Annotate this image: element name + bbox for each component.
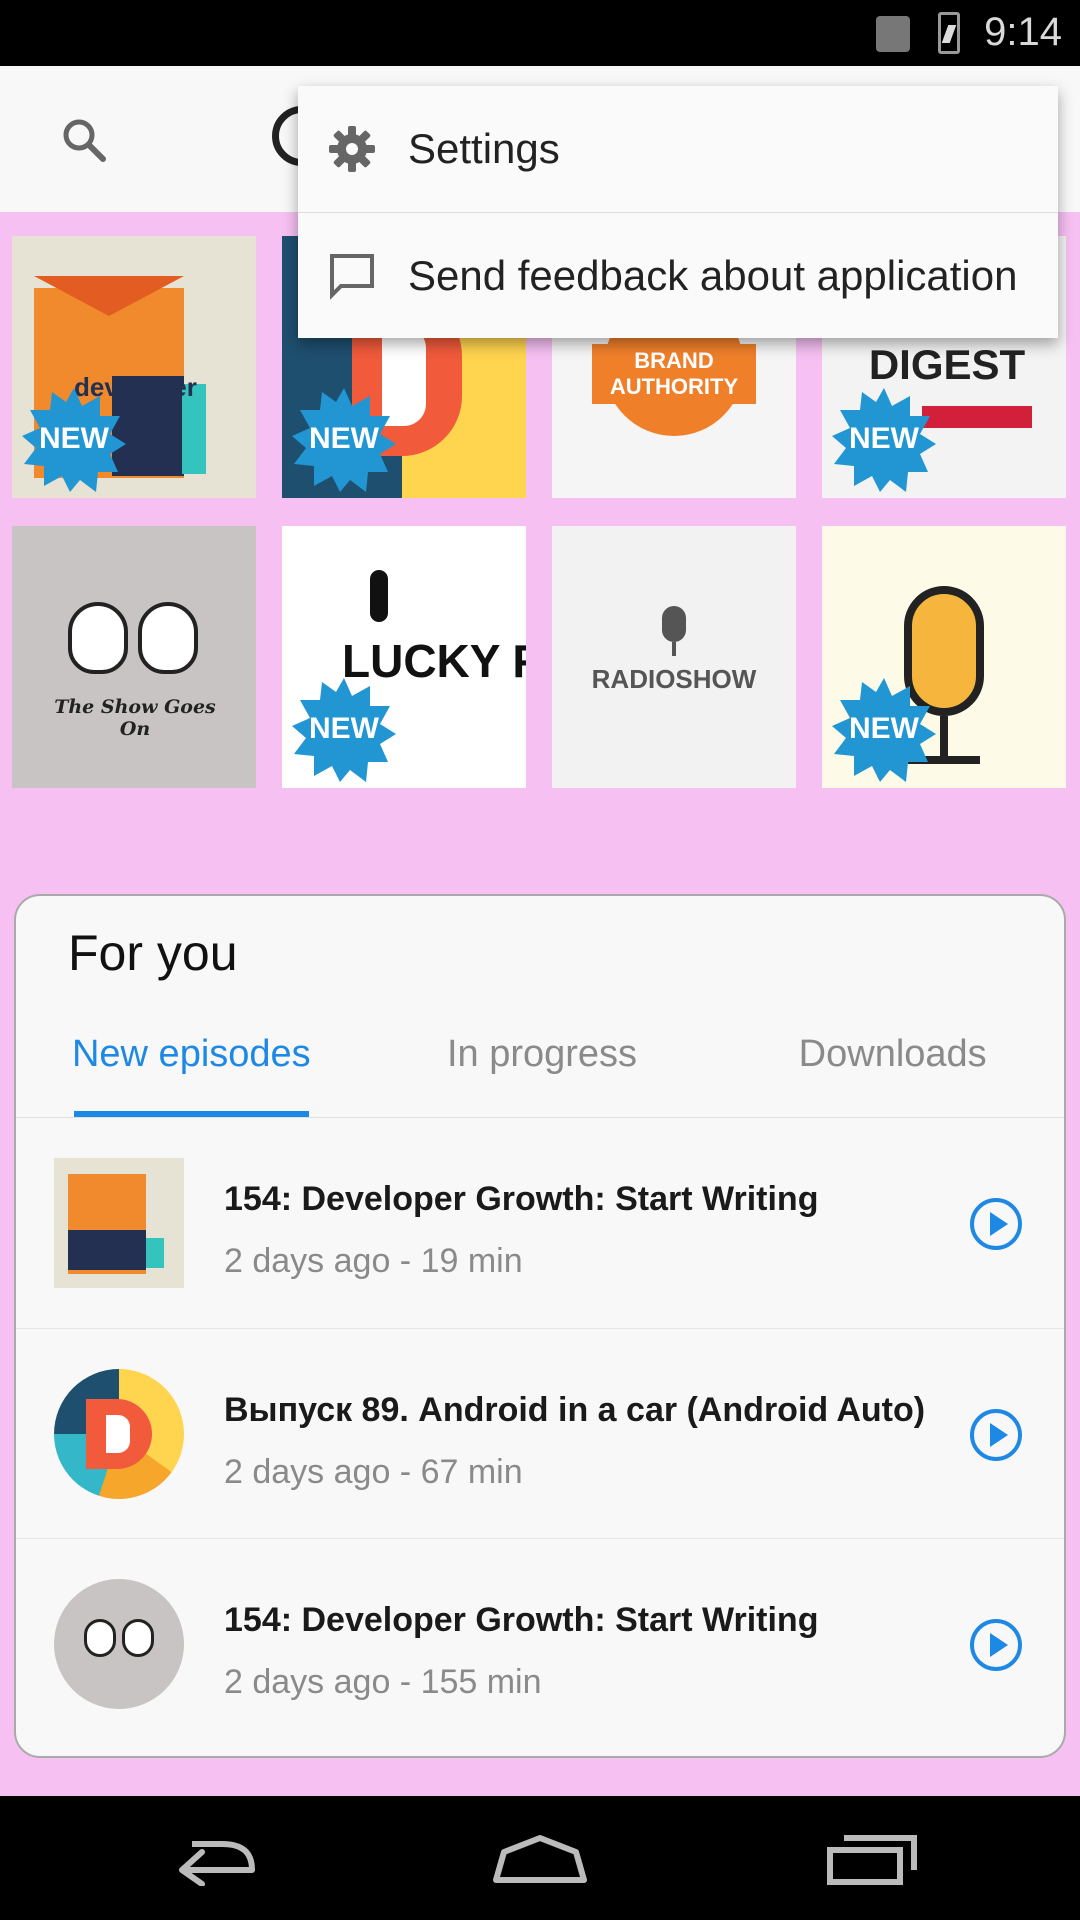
episode-row[interactable]: 154: Developer Growth: Start Writing 2 d… (16, 1118, 1064, 1328)
podcast-tile[interactable]: RADIOSHOW (552, 526, 796, 788)
episode-row[interactable]: 154: Developer Growth: Start Writing 2 d… (16, 1538, 1064, 1748)
podcast-art-text: RADIOSHOW (591, 664, 757, 694)
status-bar: 9:14 (0, 0, 1080, 66)
recents-icon (827, 1835, 917, 1885)
play-icon[interactable] (968, 1407, 1024, 1463)
tab-in-progress[interactable]: In progress (367, 992, 718, 1117)
podcast-artwork: The Show Goes On (12, 526, 256, 788)
podcast-tile[interactable]: LUCKY FEW NEW (282, 526, 526, 788)
system-nav-bar (0, 1796, 1080, 1920)
episode-thumbnail (54, 1579, 184, 1709)
episode-title: 154: Developer Growth: Start Writing (224, 1601, 819, 1639)
episode-meta: 2 days ago - 19 min (224, 1242, 523, 1280)
recents-button[interactable] (812, 1820, 932, 1896)
podcast-art-text: BRAND AUTHORITY (592, 344, 756, 404)
new-badge: NEW (832, 678, 936, 782)
episode-meta: 2 days ago - 67 min (224, 1453, 523, 1491)
play-icon[interactable] (968, 1617, 1024, 1673)
episode-row[interactable]: Выпуск 89. Android in a car (Android Aut… (16, 1328, 1064, 1538)
notification-icon (876, 16, 910, 52)
tab-downloads[interactable]: Downloads (717, 992, 1064, 1117)
new-badge: NEW (832, 388, 936, 492)
episode-title: 154: Developer Growth: Start Writing (224, 1180, 819, 1218)
overflow-menu: Settings Send feedback about application (298, 86, 1058, 338)
podcast-art-text: The Show Goes On (54, 696, 216, 740)
podcast-tile[interactable]: developer NEW (12, 236, 256, 498)
episode-thumbnail (54, 1158, 184, 1288)
episode-thumbnail (54, 1369, 184, 1499)
feedback-icon (320, 244, 384, 308)
for-you-card: For you New episodes In progress Downloa… (14, 894, 1066, 1758)
new-badge: NEW (292, 678, 396, 782)
battery-charging-icon (938, 12, 960, 54)
podcast-tile[interactable]: The Show Goes On (12, 526, 256, 788)
menu-label-feedback: Send feedback about application (408, 251, 1018, 299)
search-icon (63, 119, 106, 162)
back-button[interactable] (150, 1820, 270, 1896)
menu-label-settings: Settings (408, 125, 560, 172)
status-time: 9:14 (984, 10, 1062, 54)
menu-item-feedback[interactable]: Send feedback about application (298, 212, 1058, 338)
section-title: For you (68, 925, 238, 981)
podcast-artwork: RADIOSHOW (552, 526, 796, 788)
tab-new-episodes[interactable]: New episodes (16, 992, 367, 1117)
new-badge: NEW (292, 388, 396, 492)
home-icon (493, 1835, 587, 1883)
new-badge: NEW (22, 388, 126, 492)
menu-item-settings[interactable]: Settings (298, 86, 1058, 212)
play-icon[interactable] (968, 1196, 1024, 1252)
back-icon (179, 1841, 255, 1886)
episode-title: Выпуск 89. Android in a car (Android Aut… (224, 1391, 926, 1429)
home-button[interactable] (480, 1820, 600, 1896)
gear-icon (320, 117, 384, 181)
podcast-tile[interactable]: NEW (822, 526, 1066, 788)
episode-meta: 2 days ago - 155 min (224, 1663, 542, 1701)
search-button[interactable] (38, 94, 130, 186)
episode-tabs: New episodes In progress Downloads (16, 992, 1064, 1118)
